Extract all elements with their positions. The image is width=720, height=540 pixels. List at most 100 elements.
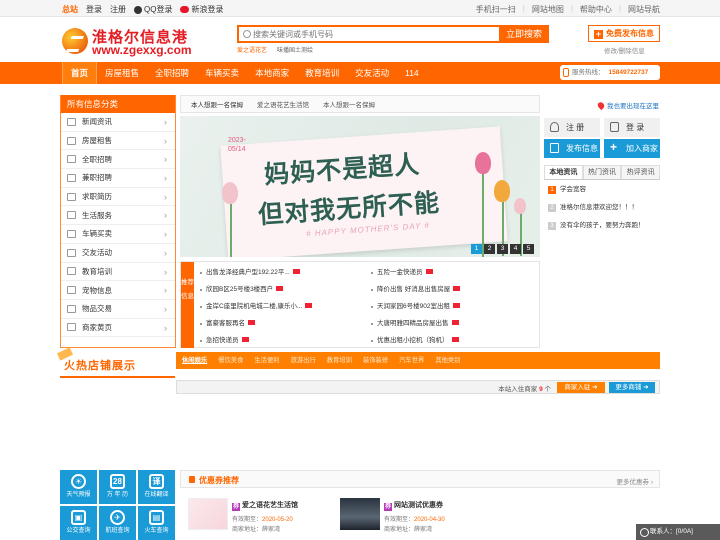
join-merchant-button[interactable]: + 加入商家 — [604, 139, 660, 158]
login-link[interactable]: 登录 — [86, 4, 102, 15]
nav-item-home[interactable]: 首页 — [62, 62, 98, 84]
sidebar-item-goods[interactable]: 物品交易 › — [61, 300, 175, 319]
contact-widget[interactable]: 联系人：[0/0A] — [636, 524, 720, 540]
tab-other[interactable]: 其他类别 — [435, 352, 460, 369]
site-logo[interactable]: 淮格尔信息港 www.zgexxg.com — [62, 26, 212, 58]
sidebar-item-news[interactable]: 新闻资讯 › — [61, 113, 175, 132]
tab-local-news[interactable]: 本地资讯 — [544, 165, 583, 179]
list-item[interactable]: 富豪客服再名 — [199, 317, 367, 334]
nav-item-education[interactable]: 教育培训 — [297, 62, 347, 84]
edit-delete-link[interactable]: 修改/删除信息 — [604, 45, 645, 55]
sidebar-item-housing[interactable]: 房屋租售 › — [61, 132, 175, 151]
sidebar-item-vehicles[interactable]: 车辆买卖 › — [61, 225, 175, 244]
carousel-page[interactable]: 4 — [510, 244, 521, 254]
list-item[interactable]: 降价出售 好消息出售房屋 — [370, 283, 538, 300]
mobile-scan-link[interactable]: 手机扫一扫 — [476, 4, 516, 15]
qq-login-link[interactable]: QQ登录 — [134, 4, 172, 15]
list-item[interactable]: 金岸C座里院机电城二楼,康乐小... — [199, 300, 367, 317]
login-button[interactable]: 登 录 — [604, 118, 660, 137]
carousel-page[interactable]: 3 — [497, 244, 508, 254]
tab-most-commented[interactable]: 热评资讯 — [621, 165, 661, 179]
list-item[interactable]: 优惠出租小挖机（狗机） — [370, 334, 538, 351]
coupon-card[interactable]: 券网站测试优惠券 有效期至：2020-04-30 商家地址：薛家湾 — [340, 498, 490, 540]
my-info-link[interactable]: 我也要出现在这里 — [598, 100, 659, 110]
nav-item-114[interactable]: 114 — [397, 62, 427, 84]
calendar-tool[interactable]: 28 万 年 历 — [99, 470, 136, 504]
banner-date: 2023- 05/14 — [228, 137, 246, 153]
help-center-link[interactable]: 帮助中心 — [580, 4, 612, 15]
tab-leisure[interactable]: 休闲娱乐 — [182, 352, 207, 369]
sidebar-item-pets[interactable]: 宠物信息 › — [61, 281, 175, 300]
tab-food[interactable]: 餐饮美食 — [218, 352, 243, 369]
banner-carousel[interactable]: 2023- 05/14 妈妈不是超人 但对我无所不能 # HAPPY MOTHER… — [180, 116, 540, 257]
train-tool[interactable]: ▤ 火车查询 — [138, 506, 175, 540]
tab-hot-news[interactable]: 热门资讯 — [582, 165, 622, 179]
list-item[interactable]: 急招快递员 — [199, 334, 367, 351]
account-actions: 注 册 登 录 发布信息 + 加入商家 — [544, 118, 660, 158]
sidebar-item-yellowpages[interactable]: 商家黄页 › — [61, 319, 175, 338]
list-item[interactable]: 欣园B区25号楼3楼西户 — [199, 283, 367, 300]
free-post-button[interactable]: + 免费发布信息 — [588, 25, 660, 42]
search-box: 立即搜索 — [237, 25, 549, 43]
resume-icon — [67, 192, 76, 201]
hot-keyword[interactable]: 味播国土测绘 — [277, 45, 313, 54]
more-coupons-link[interactable]: 更多优惠券 › — [617, 476, 653, 486]
chevron-right-icon: › — [164, 322, 167, 333]
nav-item-dating[interactable]: 交友活动 — [347, 62, 397, 84]
post-info-button[interactable]: 发布信息 — [544, 139, 600, 158]
tab-travel[interactable]: 旅游出行 — [291, 352, 316, 369]
register-link[interactable]: 注册 — [110, 4, 126, 15]
service-icon — [67, 211, 76, 220]
search-button[interactable]: 立即搜索 — [499, 25, 549, 43]
featured-tab[interactable]: 爱之语花艺生活馆 — [257, 99, 309, 109]
sidebar-item-fulltime[interactable]: 全职招聘 › — [61, 150, 175, 170]
site-nav-link[interactable]: 网站导航 — [628, 4, 660, 15]
tab-auto[interactable]: 汽车世界 — [399, 352, 424, 369]
sidebar-item-services[interactable]: 生活服务 › — [61, 206, 175, 226]
list-item[interactable]: 五险一金快递员 — [370, 266, 538, 283]
sidebar-item-dating[interactable]: 交友活动 › — [61, 244, 175, 263]
list-item[interactable]: 2 准格尔信息港欢迎您！！！ — [544, 200, 660, 218]
more-shops-button[interactable]: 更多商铺 ➜ — [609, 382, 655, 393]
sidebar-item-resume[interactable]: 求职简历 › — [61, 188, 175, 207]
coupon-name: 爱之语花艺生活馆 — [242, 502, 298, 509]
coupon-card[interactable]: 券爱之语花艺生活馆 有效期至：2020-05-20 商家地址：薛家湾 — [188, 498, 338, 540]
chevron-right-icon: › — [164, 229, 167, 240]
merchant-count: 本站入住商家 9 个 — [498, 386, 551, 393]
tab-convenience[interactable]: 生活便利 — [254, 352, 279, 369]
carousel-page[interactable]: 5 — [523, 244, 534, 254]
list-item[interactable]: 3 没有伞的孩子，要努力奔跑！ — [544, 218, 660, 236]
bus-tool[interactable]: ▣ 公交查询 — [60, 506, 97, 540]
chevron-right-icon: › — [164, 154, 167, 165]
list-item[interactable]: 1 学会宽容 — [544, 182, 660, 200]
sitemap-link[interactable]: 网站地图 — [532, 4, 564, 15]
featured-tab[interactable]: 本人想跟一名保姆 — [191, 99, 243, 109]
featured-tab[interactable]: 本人想跟一名保姆 — [323, 99, 375, 109]
merchant-join-button[interactable]: 商家入驻 ➜ — [557, 382, 605, 393]
list-item[interactable]: 天润家园6号楼902室出租 — [370, 300, 538, 317]
carousel-page[interactable]: 1 — [471, 244, 482, 254]
nav-item-fulltime-jobs[interactable]: 全职招聘 — [147, 62, 197, 84]
nav-item-vehicles[interactable]: 车辆买卖 — [197, 62, 247, 84]
sidebar-item-education[interactable]: 教育培训 › — [61, 263, 175, 282]
tab-education[interactable]: 教育培训 — [327, 352, 352, 369]
news-tabs: 本地资讯 热门资讯 热评资讯 — [544, 165, 661, 180]
carousel-page[interactable]: 2 — [484, 244, 495, 254]
weibo-login-link[interactable]: 新浪登录 — [180, 4, 223, 15]
sidebar-item-parttime[interactable]: 兼职招聘 › — [61, 169, 175, 188]
flight-tool[interactable]: ✈ 航班查询 — [99, 506, 136, 540]
nav-item-local-shops[interactable]: 本地商家 — [247, 62, 297, 84]
weather-tool[interactable]: ☀ 天气预报 — [60, 470, 97, 504]
site-switch-link[interactable]: 总站 — [62, 4, 78, 15]
carousel-pager: 1 2 3 4 5 — [471, 244, 534, 254]
register-button[interactable]: 注 册 — [544, 118, 600, 137]
list-item[interactable]: 大唐明雅四精品房屋出售 — [370, 317, 538, 334]
tab-decoration[interactable]: 装饰装修 — [363, 352, 388, 369]
hot-keyword[interactable]: 爱之语花艺 — [237, 45, 267, 54]
list-item[interactable]: 出售龙泽经典户型192.22平... — [199, 266, 367, 283]
translate-icon: 译 — [149, 474, 164, 489]
nav-item-housing[interactable]: 房屋租售 — [97, 62, 147, 84]
translate-tool[interactable]: 译在线翻译 — [138, 470, 175, 504]
search-input[interactable] — [253, 28, 503, 41]
logo-domain: www.zgexxg.com — [92, 43, 192, 57]
